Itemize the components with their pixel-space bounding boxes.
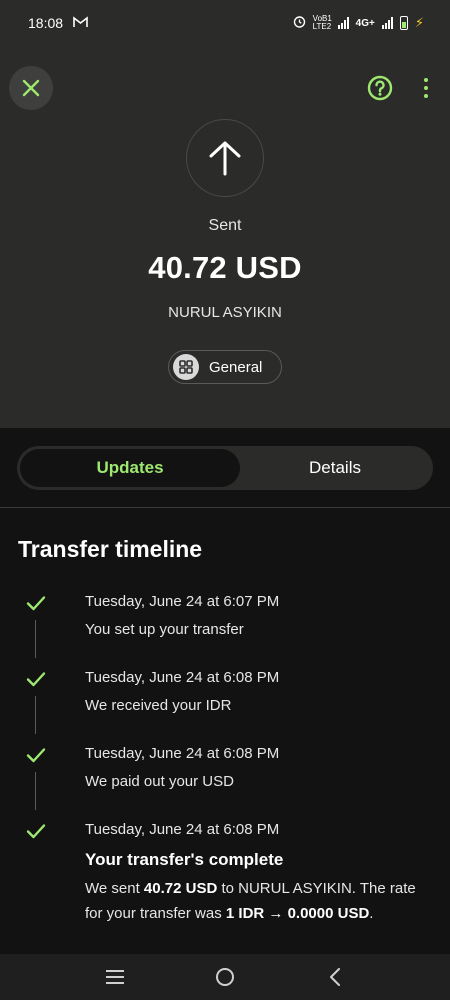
system-nav-bar [0, 954, 450, 1000]
recents-icon [106, 970, 124, 984]
status-bar: 18:08 VoB1 LTE2 4G+ ⚡ [0, 0, 450, 46]
tab-updates[interactable]: Updates [20, 449, 240, 487]
check-icon [26, 672, 46, 687]
timeline-connector [35, 620, 36, 658]
status-time: 18:08 [28, 15, 64, 31]
tab-details[interactable]: Details [240, 449, 430, 487]
close-button[interactable] [9, 66, 53, 110]
detail-text: . [369, 905, 374, 922]
back-button[interactable] [315, 957, 355, 997]
help-button[interactable] [366, 74, 394, 102]
more-options-button[interactable] [416, 74, 436, 102]
sent-direction-badge [186, 119, 264, 197]
timeline-text: Your transfer's complete [85, 850, 284, 869]
detail-amount: 40.72 USD [143, 880, 218, 897]
status-icons: VoB1 LTE2 4G+ ⚡ [293, 15, 424, 31]
signal-icon [337, 17, 349, 29]
timeline-title: Transfer timeline [18, 536, 203, 562]
tab-bar: Updates Details [17, 446, 433, 490]
check-icon [26, 748, 46, 763]
detail-text: We sent [85, 880, 144, 897]
gmail-icon [73, 15, 88, 31]
category-label: General [209, 358, 263, 376]
timeline-text: We received your IDR [85, 697, 232, 714]
timeline-connector [35, 772, 36, 810]
back-icon [330, 968, 340, 986]
transfer-status-label: Sent [208, 217, 242, 234]
transfer-complete-detail: We sent 40.72 USD to NURUL ASYIKIN. The … [85, 876, 430, 926]
timeline-date: Tuesday, June 24 at 6:08 PM [85, 669, 280, 686]
network-label: 4G+ [355, 17, 375, 29]
recents-button[interactable] [95, 957, 135, 997]
timeline-text: You set up your transfer [85, 621, 244, 638]
timeline-date: Tuesday, June 24 at 6:08 PM [85, 745, 280, 762]
timeline-text: We paid out your USD [85, 773, 234, 790]
volte-label: VoB1 LTE2 [312, 14, 332, 31]
timeline-date: Tuesday, June 24 at 6:08 PM [85, 821, 280, 838]
arrow-up-icon [209, 141, 241, 176]
close-icon [22, 79, 40, 97]
timeline-date: Tuesday, June 24 at 6:07 PM [85, 593, 280, 610]
charging-icon: ⚡ [414, 15, 424, 30]
battery-icon [399, 16, 408, 30]
home-icon [216, 968, 234, 986]
timeline-connector [35, 696, 36, 734]
more-vertical-icon [424, 78, 428, 82]
recipient-name: NURUL ASYIKIN [168, 304, 282, 321]
transfer-amount: 40.72 USD [148, 250, 302, 285]
detail-rate: 1 IDR → 0.0000 USD [225, 905, 370, 922]
transfer-header: 18:08 VoB1 LTE2 4G+ ⚡ Sent 40.72 USD NUR… [0, 0, 450, 428]
category-chip[interactable]: General [168, 350, 282, 384]
section-divider [0, 507, 450, 508]
signal-icon-2 [381, 17, 393, 29]
help-icon [367, 75, 393, 101]
grid-icon [173, 354, 199, 380]
home-button[interactable] [205, 957, 245, 997]
alarm-icon [293, 15, 306, 31]
check-icon [26, 596, 46, 611]
check-icon [26, 824, 46, 839]
